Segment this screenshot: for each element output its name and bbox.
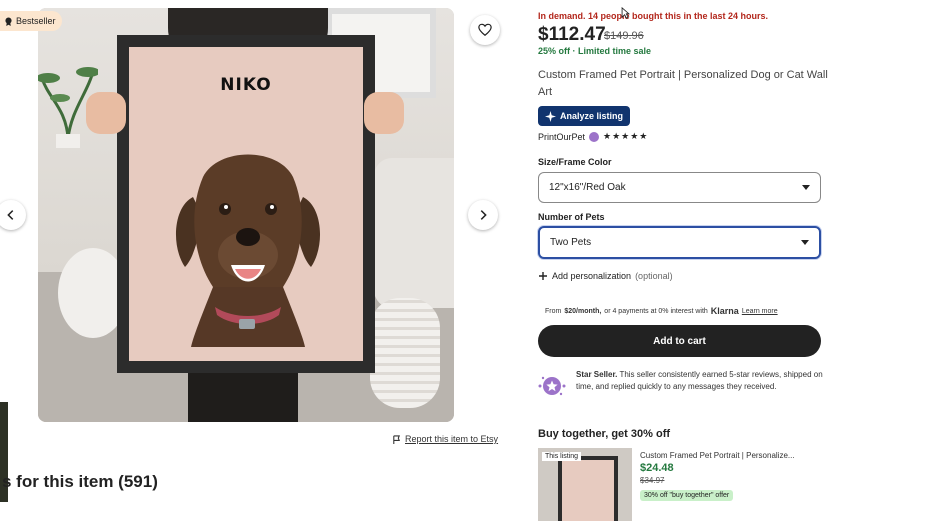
- discount-text: 25% off · Limited time sale: [538, 46, 652, 56]
- previous-image-button[interactable]: [0, 200, 26, 230]
- sofa-decor: [374, 158, 454, 308]
- klarna-amount: $20/month,: [564, 307, 602, 315]
- buy-together-heading: Buy together, get 30% off: [538, 428, 671, 440]
- analyze-listing-label: Analyze listing: [560, 111, 624, 121]
- buy-together-offer-badge: 30% off "buy together" offer: [640, 490, 734, 501]
- size-frame-label: Size/Frame Color: [538, 157, 612, 167]
- price: $112.47: [538, 24, 606, 45]
- optional-label: (optional): [635, 271, 673, 281]
- reviews-heading: s for this item (591): [2, 472, 158, 491]
- flag-icon: [393, 434, 400, 444]
- buy-together-price: $24.48: [640, 462, 674, 474]
- klarna-text: or 4 payments at 0% interest with: [604, 307, 708, 315]
- plant-decor: [38, 67, 98, 148]
- star-seller-badge-icon: [589, 131, 600, 142]
- product-image[interactable]: NIKO: [38, 8, 454, 422]
- pet-name-text: NIKO: [220, 75, 272, 95]
- favorite-button[interactable]: [470, 15, 500, 45]
- next-image-button[interactable]: [468, 200, 498, 230]
- number-of-pets-label: Number of Pets: [538, 212, 605, 222]
- star-seller-text: Star Seller. This seller consistently ea…: [576, 369, 828, 400]
- number-of-pets-value: Two Pets: [550, 237, 592, 248]
- pouf-decor: [370, 298, 440, 408]
- framed-portrait: NIKO: [117, 35, 375, 373]
- dog-illustration: [175, 154, 321, 347]
- mouse-cursor-icon: [621, 7, 630, 19]
- heart-icon: [478, 23, 492, 37]
- demand-notice: In demand. 14 people bought this in the …: [538, 11, 769, 21]
- chevron-down-icon: [801, 240, 809, 245]
- original-price: $149.96: [604, 30, 644, 42]
- product-title: Custom Framed Pet Portrait | Personalize…: [538, 69, 828, 98]
- shop-name[interactable]: PrintOurPet: [538, 132, 585, 142]
- buy-together-old-price: $34.97: [640, 476, 665, 485]
- number-of-pets-select[interactable]: Two Pets: [538, 226, 821, 259]
- mini-mat: [562, 460, 614, 521]
- buy-together-image[interactable]: This listing: [538, 448, 632, 521]
- left-hand: [86, 92, 126, 134]
- add-to-cart-button[interactable]: Add to cart: [538, 325, 821, 357]
- size-frame-value: 12"x16"/Red Oak: [549, 182, 626, 193]
- right-hand: [364, 92, 404, 134]
- size-frame-select[interactable]: 12"x16"/Red Oak: [538, 172, 821, 203]
- buy-together-item-title[interactable]: Custom Framed Pet Portrait | Personalize…: [640, 451, 795, 460]
- shop-info: PrintOurPet ★★★★★: [538, 131, 648, 142]
- plus-icon: [539, 272, 547, 280]
- klarna-prefix: From: [545, 307, 562, 315]
- mini-frame: [558, 456, 618, 521]
- report-item-link[interactable]: Report this item to Etsy: [392, 434, 498, 444]
- bestseller-label: Bestseller: [16, 16, 56, 26]
- klarna-learn-more-link[interactable]: Learn more: [742, 308, 778, 315]
- add-personalization-button[interactable]: Add personalization (optional): [538, 271, 673, 281]
- star-seller-icon: [538, 376, 566, 396]
- rating-stars: ★★★★★: [603, 131, 649, 141]
- portrait-mat: NIKO: [129, 47, 363, 361]
- star-seller-info: Star Seller. This seller consistently ea…: [538, 369, 828, 400]
- klarna-financing: From $20/month, or 4 payments at 0% inte…: [545, 306, 778, 316]
- chevron-left-icon: [7, 210, 14, 220]
- analyze-listing-button[interactable]: Analyze listing: [538, 106, 631, 126]
- chevron-right-icon: [480, 210, 487, 220]
- add-personalization-label: Add personalization: [552, 271, 632, 281]
- bestseller-badge: Bestseller: [0, 11, 62, 31]
- bestseller-icon: [5, 17, 12, 26]
- report-item-label: Report this item to Etsy: [405, 434, 499, 444]
- this-listing-tag: This listing: [542, 452, 582, 461]
- sparkle-icon: [545, 110, 556, 122]
- chevron-down-icon: [802, 185, 810, 190]
- klarna-logo: Klarna: [710, 306, 739, 316]
- star-seller-title: Star Seller.: [576, 370, 618, 379]
